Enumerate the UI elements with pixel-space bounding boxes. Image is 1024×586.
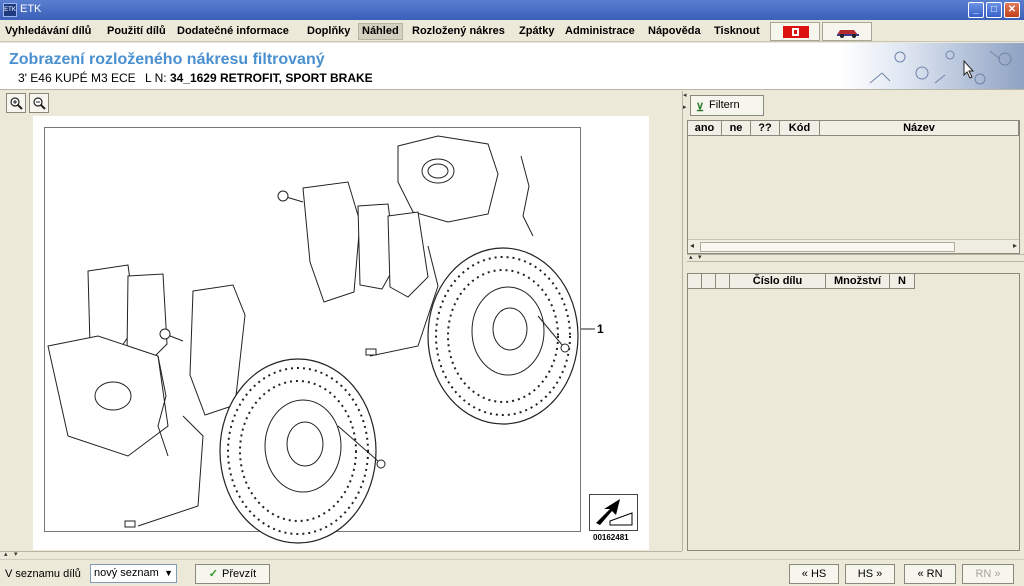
ln-label: L N: <box>145 71 167 85</box>
brake-rotor-right <box>427 247 579 425</box>
drawing-panel: 1 00162481 <box>0 91 682 551</box>
col-n[interactable]: N <box>890 274 915 289</box>
menu-vyhledavani-dilu[interactable]: Vyhledávání dílů <box>2 23 94 40</box>
col-ne[interactable]: ne <box>722 121 751 136</box>
page-header: Zobrazení rozloženého nákresu filtrovaný… <box>0 43 1024 90</box>
zoom-out-icon <box>33 97 46 110</box>
menu-tisknout[interactable]: Tisknout <box>711 23 763 40</box>
vehicle-button[interactable] <box>822 22 872 41</box>
zoom-in-icon <box>10 97 23 110</box>
col-blank-3[interactable] <box>716 274 730 289</box>
horizontal-splitter-right[interactable]: ▴ ▾ <box>687 254 1024 262</box>
col-blank-2[interactable] <box>702 274 716 289</box>
zoom-out-button[interactable] <box>29 93 49 113</box>
title-bar: ETK ETK _ □ ✕ <box>0 0 1024 20</box>
col-cislo-dilu[interactable]: Číslo dílu <box>730 274 826 289</box>
next-hs-button[interactable]: HS » <box>845 564 895 584</box>
col-nazev[interactable]: Název <box>820 121 1019 136</box>
menu-doplnky[interactable]: Doplňky <box>304 23 353 40</box>
status-bar: V seznamu dílů nový seznam ▼ ✓ Převzít « … <box>0 559 1024 586</box>
col-question[interactable]: ?? <box>751 121 780 136</box>
col-mnozstvi[interactable]: Množství <box>826 274 890 289</box>
menu-bar: Vyhledávání dílů Použití dílů Dodatečné … <box>0 20 1024 42</box>
menu-zpatky[interactable]: Zpátky <box>516 23 557 40</box>
flag-icon <box>783 26 809 38</box>
zoom-in-button[interactable] <box>6 93 26 113</box>
menu-dodatecne-informace[interactable]: Dodatečné informace <box>174 23 292 40</box>
filter-button-label: Filtern <box>709 99 740 111</box>
exploded-diagram[interactable]: 1 00162481 <box>33 116 649 550</box>
scroll-right-icon[interactable]: ▸ <box>1013 241 1017 250</box>
menu-pouziti-dilu[interactable]: Použití dílů <box>104 23 169 40</box>
splitter-up-right-icon[interactable]: ▴ <box>689 253 693 261</box>
prev-hs-button[interactable]: « HS <box>789 564 839 584</box>
menu-napoveda[interactable]: Nápověda <box>645 23 704 40</box>
prev-rn-button[interactable]: « RN <box>904 564 956 584</box>
splitter-up-icon[interactable]: ▴ <box>4 550 8 558</box>
filter-icon: ⊻ <box>696 102 705 114</box>
col-blank-1[interactable] <box>688 274 702 289</box>
brake-rotor-left <box>219 358 386 544</box>
check-icon: ✓ <box>208 568 218 580</box>
menu-administrace[interactable]: Administrace <box>562 23 638 40</box>
parts-table[interactable]: Číslo dílu Množství N <box>687 273 1020 551</box>
callout-label: 1 <box>597 322 604 336</box>
minimize-button[interactable]: _ <box>968 2 984 18</box>
apply-button[interactable]: ✓ Převzít <box>195 564 270 584</box>
scroll-thumb[interactable] <box>700 242 955 252</box>
filter-table-header: ano ne ?? Kód Název <box>688 121 1019 136</box>
close-button[interactable]: ✕ <box>1004 2 1020 18</box>
parts-list-label: V seznamu dílů <box>5 568 81 580</box>
chevron-down-icon: ▼ <box>164 568 173 578</box>
filter-table[interactable]: ano ne ?? Kód Název ◂ ▸ <box>687 120 1020 254</box>
menu-rozlozeny-nakres[interactable]: Rozložený nákres <box>409 23 508 40</box>
brake-assembly-drawing <box>47 135 595 544</box>
language-flag-button[interactable] <box>770 22 820 41</box>
next-rn-button: RN » <box>962 564 1014 584</box>
diagram-number: 00162481 <box>593 533 629 542</box>
scroll-left-icon[interactable]: ◂ <box>690 241 694 250</box>
car-icon <box>837 30 859 38</box>
menu-nahled[interactable]: Náhled <box>358 23 403 40</box>
banner-image <box>840 43 1024 89</box>
app-logo-icon: ETK <box>3 3 17 17</box>
horizontal-splitter-left[interactable]: ▴ ▾ <box>0 551 682 558</box>
maximize-button[interactable]: □ <box>986 2 1002 18</box>
apply-button-label: Převzít <box>221 568 257 580</box>
vehicle-subtitle: 3' E46 KUPÉ M3 ECE L N: 34_1629 RETROFIT… <box>18 71 373 85</box>
etk-window: ETK ETK _ □ ✕ Vyhledávání dílů Použití d… <box>0 0 1024 586</box>
col-ano[interactable]: ano <box>688 121 722 136</box>
filter-button[interactable]: ⊻ Filtern <box>690 95 764 116</box>
next-view-arrow-icon[interactable] <box>589 494 638 531</box>
splitter-arrow-right-icon[interactable]: ▸ <box>683 103 687 111</box>
window-title: ETK <box>20 3 42 15</box>
col-kod[interactable]: Kód <box>780 121 820 136</box>
splitter-down-icon[interactable]: ▾ <box>14 550 18 558</box>
parts-list-select[interactable]: nový seznam ▼ <box>90 564 177 583</box>
parts-list-select-value: nový seznam <box>94 567 159 579</box>
arrow-graphic <box>596 499 633 526</box>
splitter-arrow-left-icon[interactable]: ◂ <box>683 91 687 99</box>
vehicle-model: 3' E46 KUPÉ M3 ECE <box>18 71 136 85</box>
ln-value: 34_1629 RETROFIT, SPORT BRAKE <box>169 71 373 85</box>
hand-cursor-icon <box>963 59 975 79</box>
splitter-down-right-icon[interactable]: ▾ <box>698 253 702 261</box>
page-title: Zobrazení rozloženého nákresu filtrovaný <box>9 51 325 68</box>
parts-table-header: Číslo dílu Množství N <box>688 274 915 289</box>
filter-horizontal-scrollbar[interactable]: ◂ ▸ <box>688 239 1019 253</box>
parts-collage-icon <box>869 50 1012 85</box>
